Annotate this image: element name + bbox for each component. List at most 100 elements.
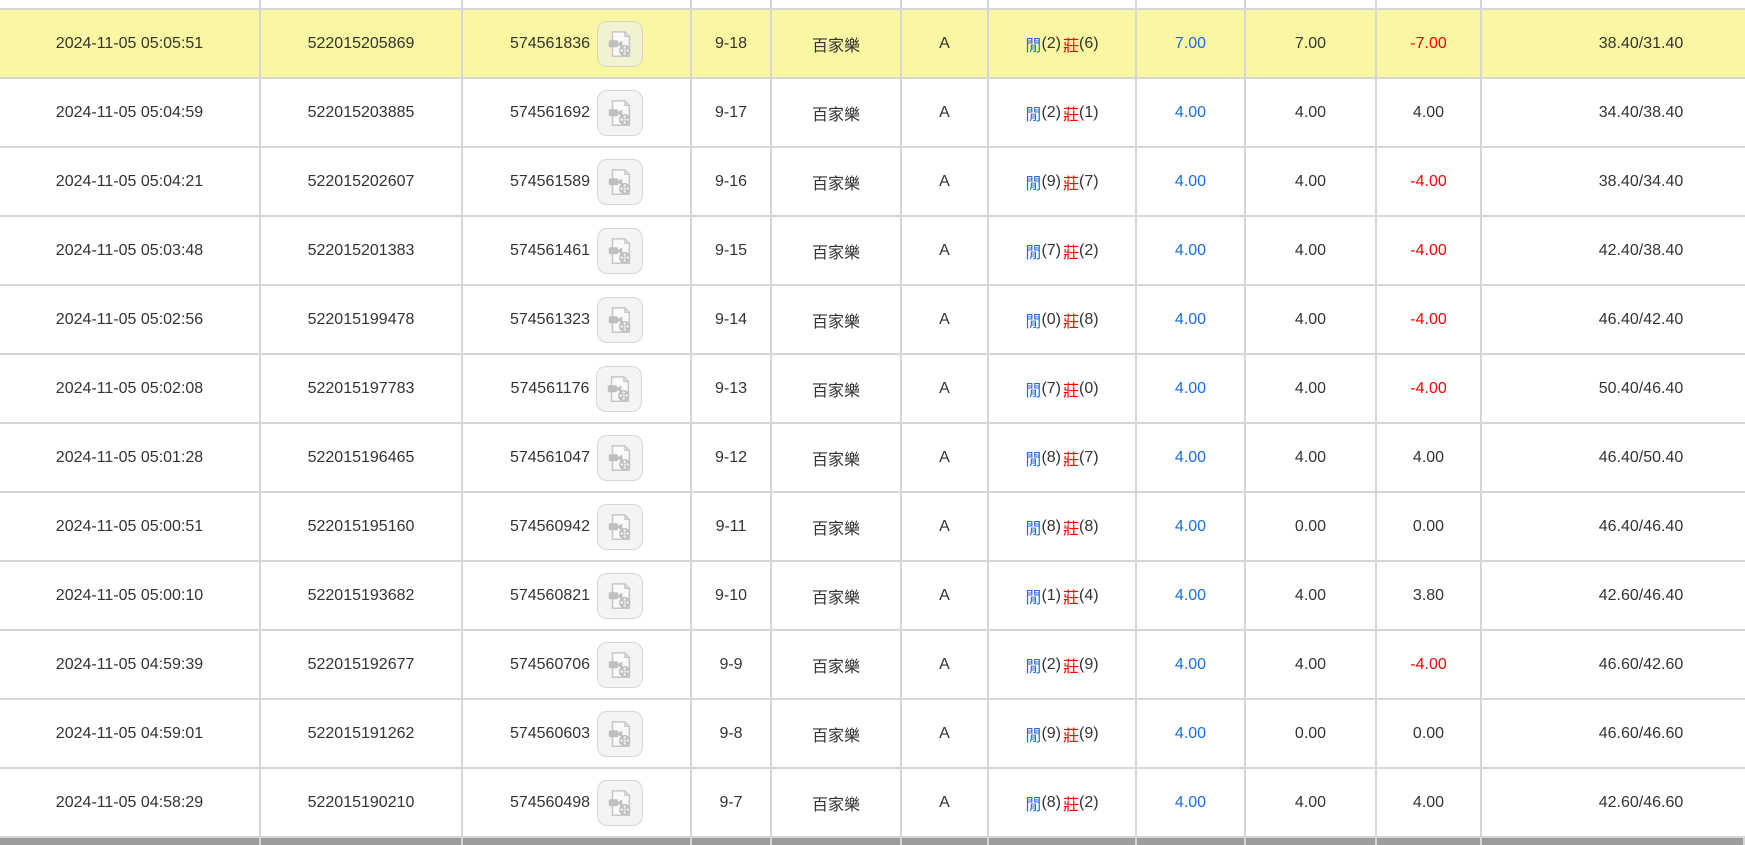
round-no-cell: 9-17 <box>692 79 772 146</box>
valid-amount-cell: 0.00 <box>1246 700 1377 767</box>
table-name-cell: A <box>902 355 989 422</box>
empty-cell <box>989 0 1137 8</box>
round-no-cell: 9-11 <box>692 493 772 560</box>
player-result-points: (7) <box>1041 379 1061 397</box>
round-id-cell: 574561836 <box>463 10 692 77</box>
banker-result-points: (2) <box>1079 241 1099 259</box>
banker-result-points: (7) <box>1079 172 1099 190</box>
subtotal-bet-amount-cell: 153.00 <box>1137 838 1246 845</box>
table-row: 2024-11-05 05:04:59 522015203885 5745616… <box>0 79 1745 148</box>
player-result-label: 閒 <box>1025 37 1042 55</box>
table-row: 2024-11-05 05:00:51 522015195160 5745609… <box>0 493 1745 562</box>
bet-history-screen: 2024-11-05 05:05:51 522015205869 5745618… <box>0 0 1745 845</box>
table-name-cell: A <box>902 148 989 215</box>
video-replay-button[interactable] <box>596 365 643 412</box>
player-result-points: (9) <box>1041 724 1061 742</box>
order-id-cell: 522015195160 <box>261 493 463 560</box>
table-row: 2024-11-05 05:04:21 522015202607 5745615… <box>0 148 1745 217</box>
table-name-cell: A <box>902 562 989 629</box>
result-cell: 閒 (2) 莊 (9) <box>989 631 1137 698</box>
win-loss-cell: 0.00 <box>1377 493 1482 560</box>
result-cell: 閒 (8) 莊 (2) <box>989 769 1137 836</box>
video-replay-button[interactable] <box>597 296 644 343</box>
table-row: 2024-11-05 04:59:39 522015192677 5745607… <box>0 631 1745 700</box>
player-result-points: (2) <box>1041 655 1061 673</box>
player-result-points: (1) <box>1041 586 1061 604</box>
round-no-cell: 9-14 <box>692 286 772 353</box>
video-replay-button[interactable] <box>597 227 644 274</box>
banker-result-label: 莊 <box>1063 106 1080 124</box>
video-replay-icon <box>605 98 635 128</box>
balance-cell: 46.40/46.40 <box>1598 517 1684 535</box>
video-replay-icon <box>605 167 635 197</box>
valid-amount-cell: 4.00 <box>1246 355 1377 422</box>
balance-cell: 46.40/42.40 <box>1598 310 1684 328</box>
round-id-text: 574561047 <box>509 448 591 466</box>
player-result-points: (2) <box>1041 103 1061 121</box>
round-no-cell: 9-9 <box>692 631 772 698</box>
order-id-cell: 522015193682 <box>261 562 463 629</box>
valid-amount-cell: 4.00 <box>1246 148 1377 215</box>
win-loss-cell: 4.00 <box>1377 769 1482 836</box>
video-replay-button[interactable] <box>597 158 644 205</box>
banker-result-label: 莊 <box>1063 727 1080 745</box>
banker-result-label: 莊 <box>1063 313 1080 331</box>
win-loss-cell: 0.00 <box>1377 700 1482 767</box>
result-cell: 閒 (9) 莊 (9) <box>989 700 1137 767</box>
video-replay-button[interactable] <box>597 641 644 688</box>
video-replay-button[interactable] <box>597 779 644 826</box>
result-cell: 閒 (1) 莊 (4) <box>989 562 1137 629</box>
video-replay-button[interactable] <box>597 434 644 481</box>
table-name-cell: A <box>902 493 989 560</box>
round-id-text: 574561692 <box>509 103 591 121</box>
order-id-cell: 522015203885 <box>261 79 463 146</box>
bet-amount-cell: 4.00 <box>1137 286 1246 353</box>
bet-time-cell: 2024-11-05 05:04:21 <box>0 148 261 215</box>
win-loss-cell: -7.00 <box>1377 10 1482 77</box>
bet-time-cell: 2024-11-05 05:00:51 <box>0 493 261 560</box>
order-id-cell: 522015199478 <box>261 286 463 353</box>
table-name-cell: A <box>902 424 989 491</box>
round-id-text: 574561836 <box>509 34 591 52</box>
video-replay-icon <box>604 374 634 404</box>
round-no-cell: 9-12 <box>692 424 772 491</box>
bet-amount-cell: 4.00 <box>1137 148 1246 215</box>
bet-time-cell: 2024-11-05 05:04:59 <box>0 79 261 146</box>
banker-result-points: (6) <box>1079 34 1099 52</box>
game-name-cell: 百家樂 <box>772 286 902 353</box>
round-no-cell: 9-8 <box>692 700 772 767</box>
bet-time-cell: 2024-11-05 05:02:08 <box>0 355 261 422</box>
balance-cell: 46.40/50.40 <box>1598 448 1684 466</box>
table-row: 2024-11-05 04:59:01 522015191262 5745606… <box>0 700 1745 769</box>
table-name-cell: A <box>902 631 989 698</box>
bet-amount-cell: 4.00 <box>1137 631 1246 698</box>
empty-cell <box>1377 0 1482 8</box>
bet-amount-cell: 4.00 <box>1137 355 1246 422</box>
banker-result-points: (0) <box>1079 379 1099 397</box>
video-replay-button[interactable] <box>597 572 644 619</box>
video-replay-button[interactable] <box>597 20 644 67</box>
video-replay-button[interactable] <box>597 710 644 757</box>
banker-result-points: (4) <box>1079 586 1099 604</box>
bet-time-cell: 2024-11-05 05:03:48 <box>0 217 261 284</box>
video-replay-icon <box>605 788 635 818</box>
video-replay-button[interactable] <box>597 503 644 550</box>
player-result-label: 閒 <box>1025 727 1042 745</box>
player-result-label: 閒 <box>1025 313 1042 331</box>
balance-cell: 42.40/38.40 <box>1598 241 1684 259</box>
bet-time-cell: 2024-11-05 04:59:01 <box>0 700 261 767</box>
round-id-cell: 574560498 <box>463 769 692 836</box>
empty-cell <box>902 838 989 845</box>
banker-result-label: 莊 <box>1063 520 1080 538</box>
video-replay-button[interactable] <box>597 89 644 136</box>
round-id-cell: 574561323 <box>463 286 692 353</box>
banker-result-points: (8) <box>1079 517 1099 535</box>
player-result-label: 閒 <box>1025 175 1042 193</box>
banker-result-label: 莊 <box>1063 37 1080 55</box>
table-name-cell: A <box>902 217 989 284</box>
valid-amount-cell: 4.00 <box>1246 769 1377 836</box>
empty-cell <box>0 0 261 8</box>
game-name-cell: 百家樂 <box>772 424 902 491</box>
order-id-cell: 522015201383 <box>261 217 463 284</box>
win-loss-cell: 4.00 <box>1377 79 1482 146</box>
